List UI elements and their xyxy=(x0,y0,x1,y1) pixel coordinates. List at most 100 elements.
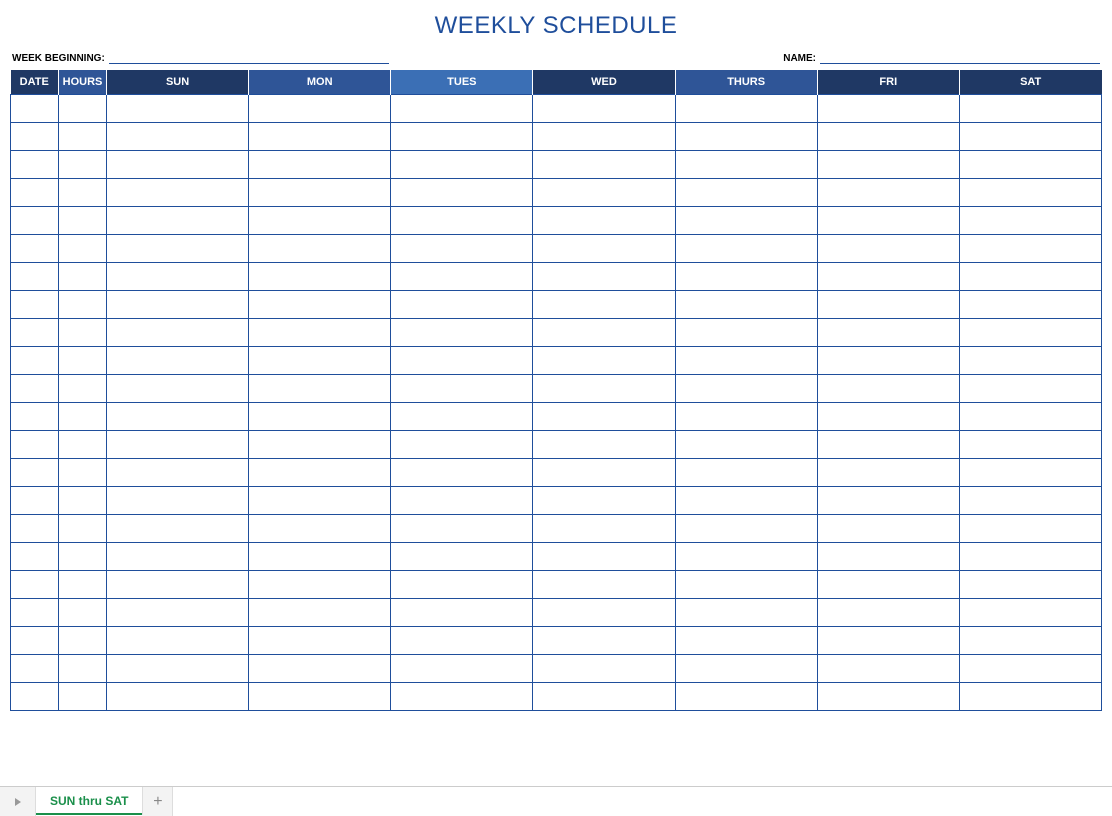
cell-wed[interactable] xyxy=(533,402,675,430)
cell-mon[interactable] xyxy=(249,150,391,178)
cell-fri[interactable] xyxy=(817,206,959,234)
cell-mon[interactable] xyxy=(249,514,391,542)
cell-sun[interactable] xyxy=(107,570,249,598)
cell-wed[interactable] xyxy=(533,318,675,346)
cell-thurs[interactable] xyxy=(675,458,817,486)
cell-mon[interactable] xyxy=(249,598,391,626)
cell-thurs[interactable] xyxy=(675,430,817,458)
cell-mon[interactable] xyxy=(249,346,391,374)
cell-fri[interactable] xyxy=(817,234,959,262)
cell-mon[interactable] xyxy=(249,318,391,346)
cell-thurs[interactable] xyxy=(675,542,817,570)
cell-sun[interactable] xyxy=(107,598,249,626)
cell-sat[interactable] xyxy=(959,542,1101,570)
cell-sun[interactable] xyxy=(107,682,249,710)
cell-tues[interactable] xyxy=(391,430,533,458)
cell-hours[interactable] xyxy=(59,542,107,570)
cell-date[interactable] xyxy=(11,346,59,374)
cell-thurs[interactable] xyxy=(675,570,817,598)
cell-sun[interactable] xyxy=(107,262,249,290)
sheet-tab-sun-thru-sat[interactable]: SUN thru SAT xyxy=(36,787,143,816)
cell-date[interactable] xyxy=(11,178,59,206)
cell-date[interactable] xyxy=(11,234,59,262)
cell-hours[interactable] xyxy=(59,430,107,458)
cell-thurs[interactable] xyxy=(675,94,817,122)
cell-hours[interactable] xyxy=(59,682,107,710)
cell-hours[interactable] xyxy=(59,318,107,346)
cell-date[interactable] xyxy=(11,486,59,514)
sheet-nav-button[interactable] xyxy=(0,787,36,816)
cell-tues[interactable] xyxy=(391,94,533,122)
cell-hours[interactable] xyxy=(59,374,107,402)
cell-tues[interactable] xyxy=(391,514,533,542)
cell-sat[interactable] xyxy=(959,458,1101,486)
cell-sun[interactable] xyxy=(107,626,249,654)
cell-sat[interactable] xyxy=(959,430,1101,458)
cell-wed[interactable] xyxy=(533,234,675,262)
cell-mon[interactable] xyxy=(249,654,391,682)
cell-wed[interactable] xyxy=(533,346,675,374)
cell-sat[interactable] xyxy=(959,262,1101,290)
cell-date[interactable] xyxy=(11,94,59,122)
cell-date[interactable] xyxy=(11,458,59,486)
cell-fri[interactable] xyxy=(817,94,959,122)
cell-thurs[interactable] xyxy=(675,514,817,542)
cell-hours[interactable] xyxy=(59,598,107,626)
name-input-line[interactable] xyxy=(820,50,1100,64)
cell-fri[interactable] xyxy=(817,262,959,290)
cell-wed[interactable] xyxy=(533,150,675,178)
cell-date[interactable] xyxy=(11,570,59,598)
cell-sun[interactable] xyxy=(107,542,249,570)
cell-fri[interactable] xyxy=(817,486,959,514)
cell-hours[interactable] xyxy=(59,458,107,486)
cell-sun[interactable] xyxy=(107,486,249,514)
cell-hours[interactable] xyxy=(59,570,107,598)
cell-hours[interactable] xyxy=(59,486,107,514)
cell-wed[interactable] xyxy=(533,598,675,626)
cell-sat[interactable] xyxy=(959,682,1101,710)
cell-date[interactable] xyxy=(11,402,59,430)
cell-sat[interactable] xyxy=(959,346,1101,374)
cell-hours[interactable] xyxy=(59,206,107,234)
cell-mon[interactable] xyxy=(249,122,391,150)
cell-mon[interactable] xyxy=(249,94,391,122)
cell-wed[interactable] xyxy=(533,542,675,570)
cell-sat[interactable] xyxy=(959,94,1101,122)
cell-date[interactable] xyxy=(11,654,59,682)
cell-fri[interactable] xyxy=(817,430,959,458)
cell-mon[interactable] xyxy=(249,206,391,234)
cell-fri[interactable] xyxy=(817,402,959,430)
cell-mon[interactable] xyxy=(249,374,391,402)
cell-hours[interactable] xyxy=(59,178,107,206)
cell-fri[interactable] xyxy=(817,514,959,542)
cell-mon[interactable] xyxy=(249,178,391,206)
cell-sat[interactable] xyxy=(959,150,1101,178)
cell-thurs[interactable] xyxy=(675,682,817,710)
cell-mon[interactable] xyxy=(249,430,391,458)
cell-sat[interactable] xyxy=(959,654,1101,682)
cell-wed[interactable] xyxy=(533,486,675,514)
cell-mon[interactable] xyxy=(249,458,391,486)
cell-sat[interactable] xyxy=(959,122,1101,150)
cell-tues[interactable] xyxy=(391,626,533,654)
cell-sat[interactable] xyxy=(959,374,1101,402)
cell-date[interactable] xyxy=(11,206,59,234)
cell-fri[interactable] xyxy=(817,542,959,570)
cell-wed[interactable] xyxy=(533,94,675,122)
cell-sun[interactable] xyxy=(107,94,249,122)
cell-sun[interactable] xyxy=(107,402,249,430)
cell-sun[interactable] xyxy=(107,234,249,262)
cell-wed[interactable] xyxy=(533,290,675,318)
cell-sun[interactable] xyxy=(107,430,249,458)
cell-sun[interactable] xyxy=(107,290,249,318)
cell-thurs[interactable] xyxy=(675,234,817,262)
cell-date[interactable] xyxy=(11,682,59,710)
cell-fri[interactable] xyxy=(817,318,959,346)
cell-thurs[interactable] xyxy=(675,318,817,346)
cell-thurs[interactable] xyxy=(675,206,817,234)
cell-sun[interactable] xyxy=(107,346,249,374)
cell-sun[interactable] xyxy=(107,122,249,150)
cell-sat[interactable] xyxy=(959,234,1101,262)
cell-tues[interactable] xyxy=(391,570,533,598)
cell-sun[interactable] xyxy=(107,206,249,234)
